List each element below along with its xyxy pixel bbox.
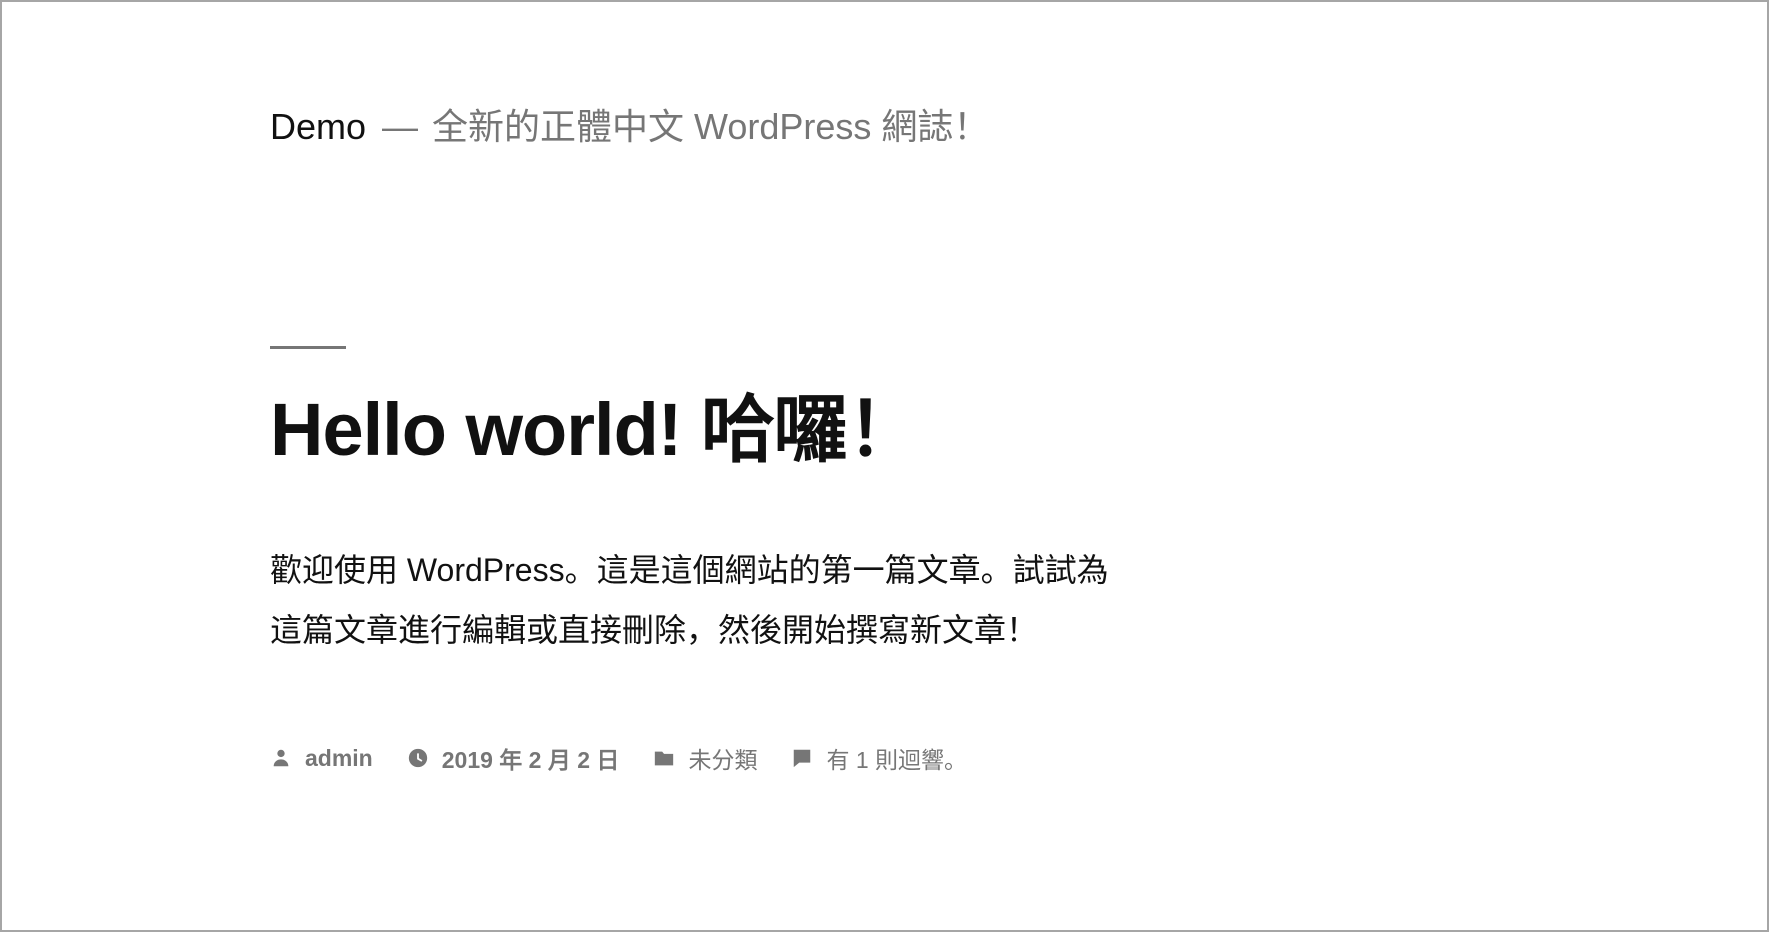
folder-icon — [653, 747, 675, 769]
post-comments: 有 1 則迴響。 — [791, 741, 967, 775]
date-link[interactable]: 2019 年 2 月 2 日 — [442, 741, 620, 775]
comments-link[interactable]: 有 1 則迴響。 — [826, 741, 967, 775]
post-category: 未分類 — [653, 741, 757, 775]
site-title-link[interactable]: Demo — [270, 106, 366, 147]
clock-icon — [407, 747, 429, 769]
title-divider — [270, 346, 346, 349]
post-meta: admin 2019 年 2 月 2 日 未分類 有 1 則迴響。 — [270, 738, 1001, 778]
comment-icon — [791, 747, 813, 769]
category-link[interactable]: 未分類 — [688, 741, 757, 775]
author-link[interactable]: admin — [305, 745, 373, 772]
post-content: 歡迎使用 WordPress。這是這個網站的第一篇文章。試試為這篇文章進行編輯或… — [270, 552, 1109, 648]
post-title: Hello world! 哈囉！ — [270, 388, 921, 471]
person-icon — [270, 747, 292, 769]
site-header: Demo — 全新的正體中文 WordPress 網誌！ — [270, 98, 989, 156]
title-separator: — — [382, 106, 419, 147]
post-date: 2019 年 2 月 2 日 — [407, 741, 620, 775]
browser-viewport: Demo — 全新的正體中文 WordPress 網誌！ Hello world! … — [0, 0, 1769, 932]
post-author: admin — [270, 745, 373, 772]
site-tagline: 全新的正體中文 WordPress 網誌！ — [432, 106, 990, 147]
